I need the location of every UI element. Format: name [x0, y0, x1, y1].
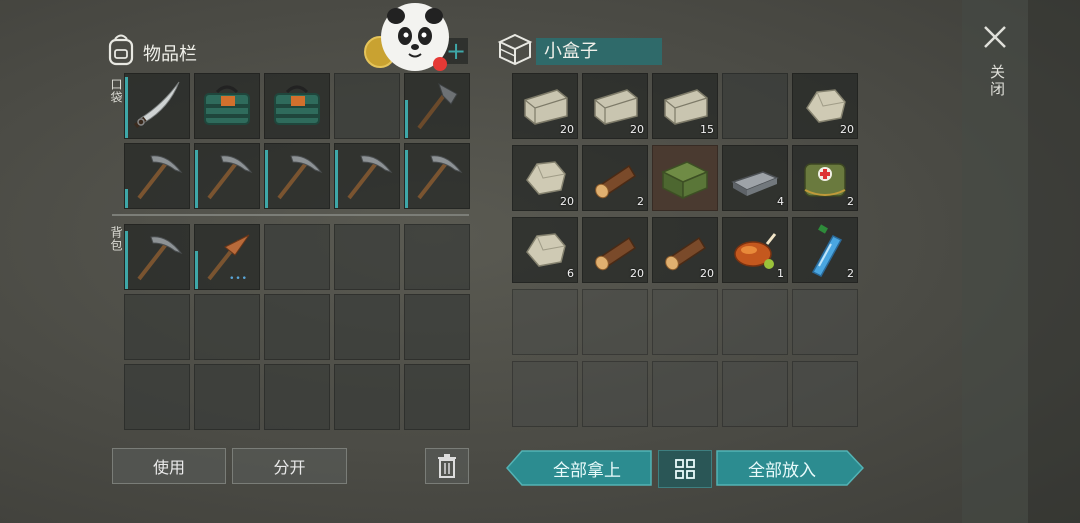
inventory-slot[interactable]	[582, 361, 648, 427]
put-all-label: 全部放入	[748, 460, 816, 481]
split-button[interactable]: 分开	[232, 448, 347, 484]
inventory-slot[interactable]	[334, 143, 400, 209]
inventory-slot[interactable]: 4	[722, 145, 788, 211]
item-quantity: 1	[777, 267, 784, 280]
take-all-label: 全部拿上	[553, 460, 621, 481]
box-icon	[497, 32, 533, 70]
inventory-slot[interactable]: 2	[582, 145, 648, 211]
take-all-button[interactable]: 全部拿上	[506, 450, 652, 486]
backpack-icon	[106, 32, 136, 70]
inventory-slot[interactable]	[792, 289, 858, 355]
item-quantity: 20	[840, 123, 854, 136]
inventory-slot[interactable]	[194, 364, 260, 430]
inventory-slot[interactable]: 20	[792, 73, 858, 139]
item-quantity: 2	[637, 195, 644, 208]
delete-button[interactable]	[425, 448, 469, 484]
inventory-slot[interactable]	[652, 145, 718, 211]
durability-bar	[265, 150, 268, 208]
close-button[interactable]	[982, 24, 1008, 54]
inventory-slot[interactable]	[264, 73, 330, 139]
side-strip-edge	[1028, 0, 1080, 523]
close-label: 关闭	[988, 64, 1006, 98]
container-title[interactable]: 小盒子	[536, 38, 662, 65]
item-quantity: 15	[700, 123, 714, 136]
more-dots: •••	[229, 274, 248, 284]
inventory-slot[interactable]	[334, 364, 400, 430]
item-quantity: 6	[567, 267, 574, 280]
inventory-slot[interactable]	[264, 294, 330, 360]
inventory-slot[interactable]: •••	[194, 224, 260, 290]
inventory-slot[interactable]: 15	[652, 73, 718, 139]
durability-bar	[405, 150, 408, 208]
inventory-slot[interactable]: 20	[512, 73, 578, 139]
item-quantity: 2	[847, 195, 854, 208]
inventory-slot[interactable]	[334, 294, 400, 360]
divider	[112, 214, 469, 216]
item-quantity: 20	[700, 267, 714, 280]
inventory-slot[interactable]	[404, 364, 470, 430]
inventory-slot[interactable]	[264, 364, 330, 430]
inventory-slot[interactable]: 1	[722, 217, 788, 283]
inventory-slot[interactable]	[404, 224, 470, 290]
inventory-slot[interactable]	[512, 289, 578, 355]
inventory-slot[interactable]: 20	[582, 217, 648, 283]
durability-bar	[125, 189, 128, 208]
durability-bar	[405, 100, 408, 138]
item-quantity: 4	[777, 195, 784, 208]
durability-bar	[195, 150, 198, 208]
durability-bar	[125, 231, 128, 289]
item-quantity: 20	[630, 123, 644, 136]
container-grid: 20 20 15 20 20 2 4 2 6 20 20 1 2	[512, 73, 858, 429]
inventory-slot[interactable]	[334, 224, 400, 290]
pocket-label: 口袋	[109, 78, 123, 104]
inventory-slot[interactable]	[124, 224, 190, 290]
inventory-slot[interactable]	[124, 364, 190, 430]
durability-bar	[335, 150, 338, 208]
inventory-slot[interactable]	[404, 294, 470, 360]
inventory-slot[interactable]: 2	[792, 217, 858, 283]
inventory-slot[interactable]: 20	[512, 145, 578, 211]
inventory-slot[interactable]	[124, 143, 190, 209]
inventory-slot[interactable]	[194, 294, 260, 360]
inventory-title: 物品栏	[143, 44, 197, 65]
item-quantity: 2	[847, 267, 854, 280]
item-quantity: 20	[630, 267, 644, 280]
inventory-slot[interactable]: 20	[652, 217, 718, 283]
inventory-slot[interactable]	[334, 73, 400, 139]
inventory-slot[interactable]	[722, 361, 788, 427]
inventory-slot[interactable]	[264, 143, 330, 209]
inventory-slot[interactable]	[404, 73, 470, 139]
backpack-label: 背包	[109, 226, 123, 252]
sort-button[interactable]	[658, 450, 712, 488]
inventory-slot[interactable]	[124, 294, 190, 360]
inventory-slot[interactable]: 6	[512, 217, 578, 283]
durability-bar	[125, 77, 128, 138]
item-quantity: 20	[560, 123, 574, 136]
backpack-grid: •••	[124, 224, 470, 430]
inventory-slot[interactable]	[722, 73, 788, 139]
inventory-slot[interactable]	[582, 289, 648, 355]
inventory-slot[interactable]	[264, 224, 330, 290]
inventory-slot[interactable]	[512, 361, 578, 427]
inventory-slot[interactable]: 2	[792, 145, 858, 211]
pocket-grid	[124, 73, 470, 209]
use-button[interactable]: 使用	[112, 448, 226, 484]
item-quantity: 20	[560, 195, 574, 208]
inventory-slot[interactable]	[404, 143, 470, 209]
inventory-slot[interactable]: 20	[582, 73, 648, 139]
avatar[interactable]	[380, 2, 450, 72]
inventory-slot[interactable]	[792, 361, 858, 427]
inventory-slot[interactable]	[194, 73, 260, 139]
durability-bar	[195, 251, 198, 289]
inventory-slot[interactable]	[652, 361, 718, 427]
inventory-slot[interactable]	[722, 289, 788, 355]
close-icon	[984, 26, 1006, 48]
put-all-button[interactable]: 全部放入	[716, 450, 864, 486]
inventory-slot[interactable]	[652, 289, 718, 355]
trash-icon	[438, 454, 456, 478]
inventory-slot[interactable]	[194, 143, 260, 209]
inventory-slot[interactable]	[124, 73, 190, 139]
grid-icon	[675, 459, 695, 479]
